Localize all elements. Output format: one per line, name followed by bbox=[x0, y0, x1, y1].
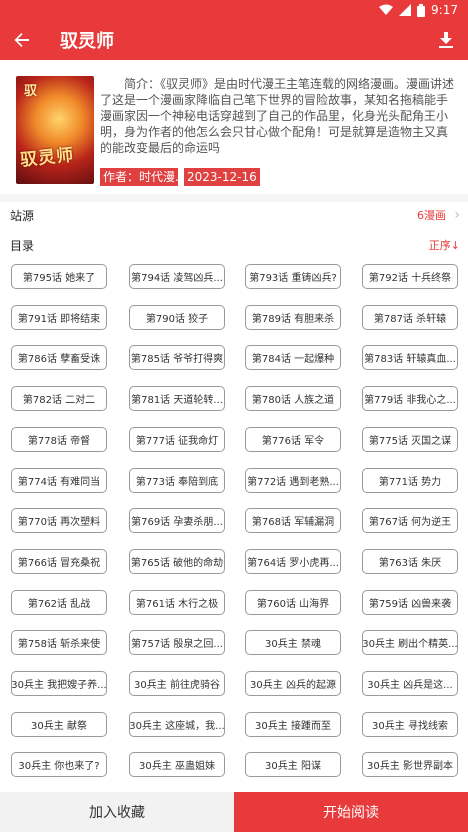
chapter-button[interactable]: 第768话 军辅漏洞 bbox=[245, 508, 341, 533]
chapter-button[interactable]: 第777话 征我命灯 bbox=[129, 427, 225, 452]
section-divider bbox=[0, 194, 468, 202]
start-reading-button[interactable]: 开始阅读 bbox=[234, 792, 468, 832]
download-icon[interactable] bbox=[432, 20, 460, 60]
chapter-button[interactable]: 第757话 殷泉之回... bbox=[129, 630, 225, 655]
status-bar: 9:17 bbox=[0, 0, 468, 20]
chapter-button[interactable]: 第778话 帝督 bbox=[11, 427, 107, 452]
author-tag: 作者：时代漫... bbox=[100, 168, 178, 186]
chapter-button[interactable]: 第783话 轩辕真血... bbox=[362, 345, 458, 370]
chapter-button[interactable]: 第785话 爷爷打得爽 bbox=[129, 345, 225, 370]
add-favorite-button[interactable]: 加入收藏 bbox=[0, 792, 234, 832]
chapter-button[interactable]: 30兵主 寻找线索 bbox=[362, 712, 458, 737]
chapter-button[interactable]: 第760话 山海界 bbox=[245, 590, 341, 615]
comic-description: 简介：《驭灵师》是由时代漫王主笔连载的网络漫画。漫画讲述了这是一个漫画家降临自己… bbox=[100, 77, 455, 155]
chapter-button[interactable]: 第758话 斩杀来使 bbox=[11, 630, 107, 655]
chapter-button[interactable]: 30兵主 你也来了? bbox=[11, 752, 107, 777]
source-row[interactable]: 站源 6漫画 › bbox=[0, 202, 468, 228]
chapter-button[interactable]: 第780话 人族之道 bbox=[245, 386, 341, 411]
status-time: 9:17 bbox=[431, 3, 458, 17]
toc-label: 目录 bbox=[10, 238, 35, 253]
source-label: 站源 bbox=[10, 208, 35, 223]
chapter-button[interactable]: 第772话 遇到老熟... bbox=[245, 468, 341, 493]
toc-header: 目录 正序↓ bbox=[0, 232, 468, 258]
chapter-button[interactable]: 第773话 奉陪到底 bbox=[129, 468, 225, 493]
chevron-right-icon: › bbox=[454, 207, 460, 223]
cover-logo-text: 驭 bbox=[24, 84, 38, 99]
chapter-button[interactable]: 30兵主 这座城，我... bbox=[129, 712, 225, 737]
chapter-button[interactable]: 第765话 破他的命劫 bbox=[129, 549, 225, 574]
cover-title-text: 驭灵师 bbox=[19, 145, 76, 171]
app-bar: 驭灵师 bbox=[0, 20, 468, 60]
chapter-button[interactable]: 第761话 木行之极 bbox=[129, 590, 225, 615]
chapter-button[interactable]: 30兵主 影世界副本 bbox=[362, 752, 458, 777]
chapter-button[interactable]: 第770话 再次塑料 bbox=[11, 508, 107, 533]
chapter-button[interactable]: 第764话 罗小虎再... bbox=[245, 549, 341, 574]
chapter-button[interactable]: 30兵主 我把嫂子养... bbox=[11, 671, 107, 696]
chapter-button[interactable]: 第792话 十兵终祭 bbox=[362, 264, 458, 289]
bottom-bar: 加入收藏 开始阅读 bbox=[0, 792, 468, 832]
sort-order-toggle[interactable]: 正序↓ bbox=[429, 237, 460, 253]
chapter-button[interactable]: 第787话 杀轩辕 bbox=[362, 305, 458, 330]
chapter-button[interactable]: 30兵主 献祭 bbox=[11, 712, 107, 737]
chapter-button[interactable]: 30兵主 前往虎骑谷 bbox=[129, 671, 225, 696]
chapter-button[interactable]: 第774话 有难同当 bbox=[11, 468, 107, 493]
chapter-button[interactable]: 30兵主 接踵而至 bbox=[245, 712, 341, 737]
chapter-button[interactable]: 第786话 孽畜受诛 bbox=[11, 345, 107, 370]
source-value: 6漫画 bbox=[417, 209, 446, 222]
chapter-button[interactable]: 第763话 朱厌 bbox=[362, 549, 458, 574]
comic-cover: 驭 驭灵师 bbox=[16, 76, 94, 184]
chapter-button[interactable]: 第782话 二对二 bbox=[11, 386, 107, 411]
date-tag: 2023-12-16 bbox=[184, 168, 260, 186]
chapter-button[interactable]: 第781话 天道轮转... bbox=[129, 386, 225, 411]
signal-icon bbox=[399, 4, 412, 16]
chapter-button[interactable]: 第794话 凌驾凶兵... bbox=[129, 264, 225, 289]
chapter-button[interactable]: 第793话 重铸凶兵? bbox=[245, 264, 341, 289]
chapter-button[interactable]: 第759话 凶兽来袭 bbox=[362, 590, 458, 615]
comic-info: 驭 驭灵师 简介：《驭灵师》是由时代漫王主笔连载的网络漫画。漫画讲述了这是一个漫… bbox=[0, 64, 468, 192]
chapter-button[interactable]: 第762话 乱战 bbox=[11, 590, 107, 615]
battery-icon bbox=[417, 3, 426, 17]
chapter-button[interactable]: 30兵主 禁魂 bbox=[245, 630, 341, 655]
comic-tags: 作者：时代漫... 2023-12-16 bbox=[100, 168, 260, 186]
chapter-button[interactable]: 第779话 非我心之... bbox=[362, 386, 458, 411]
chapter-button[interactable]: 第769话 孕妻杀朋... bbox=[129, 508, 225, 533]
chapter-button[interactable]: 第767话 何为逆王 bbox=[362, 508, 458, 533]
chapter-button[interactable]: 第791话 即将结束 bbox=[11, 305, 107, 330]
chapter-button[interactable]: 第790话 狡子 bbox=[129, 305, 225, 330]
chapter-button[interactable]: 第776话 军令 bbox=[245, 427, 341, 452]
chapter-button[interactable]: 第795话 她来了 bbox=[11, 264, 107, 289]
chapter-button[interactable]: 第789话 有胆来杀 bbox=[245, 305, 341, 330]
chapter-button[interactable]: 第771话 势力 bbox=[362, 468, 458, 493]
chapter-button[interactable]: 30兵主 阳谋 bbox=[245, 752, 341, 777]
wifi-icon bbox=[379, 4, 394, 16]
chapter-button[interactable]: 第784话 一起爆种 bbox=[245, 345, 341, 370]
chapter-button[interactable]: 第766话 冒充桑祝 bbox=[11, 549, 107, 574]
chapter-button[interactable]: 30兵主 凶兵是这... bbox=[362, 671, 458, 696]
chapter-button[interactable]: 30兵主 巫蛊姐妹 bbox=[129, 752, 225, 777]
back-arrow-icon[interactable] bbox=[0, 20, 44, 60]
chapter-button[interactable]: 30兵主 凶兵的起源 bbox=[245, 671, 341, 696]
chapter-button[interactable]: 第775话 灭国之谋 bbox=[362, 427, 458, 452]
page-title: 驭灵师 bbox=[60, 31, 114, 52]
chapter-button[interactable]: 30兵主 刷出个精英... bbox=[362, 630, 458, 655]
